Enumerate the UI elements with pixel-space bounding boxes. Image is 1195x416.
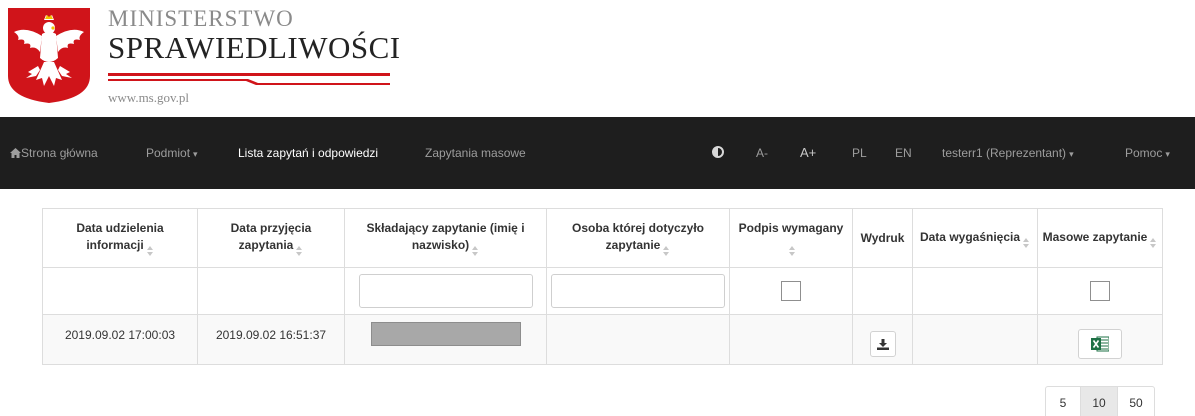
col-header-label: Masowe zapytanie (1042, 229, 1148, 244)
filter-cell-bulk (1037, 267, 1163, 315)
received-date-cell: 2019.09.02 16:51:37 (197, 314, 345, 365)
col-header-printout: Wydruk (852, 208, 913, 268)
filter-cell-subject-person (546, 267, 730, 315)
page-size-5[interactable]: 5 (1045, 386, 1081, 416)
nav-requests-list-label: Lista zapytań i odpowiedzi (238, 146, 379, 160)
table-header-row: Data udzielenia informacji Data przyjęci… (42, 208, 1163, 268)
nav-bulk-requests[interactable]: Zapytania masowe (425, 145, 526, 161)
page-size-10[interactable]: 10 (1080, 386, 1118, 416)
nav-bulk-requests-label: Zapytania masowe (425, 146, 526, 160)
lang-en-label: EN (895, 146, 912, 160)
site-url: www.ms.gov.pl (108, 90, 190, 105)
filter-cell-signature (729, 267, 853, 315)
expiry-date-cell (912, 314, 1038, 365)
col-header-received-date[interactable]: Data przyjęcia zapytania (197, 208, 345, 268)
download-icon (876, 338, 889, 350)
filter-cell-empty (42, 267, 198, 315)
filter-cell-empty (852, 267, 913, 315)
download-button[interactable] (869, 330, 896, 357)
user-menu-dropdown[interactable]: testerr1 (Reprezentant) ▾ (942, 145, 1074, 162)
col-header-label: Osoba której dotyczyło zapytanie (571, 221, 705, 252)
nav-subject-label: Podmiot (146, 146, 191, 160)
col-header-label: Składający zapytanie (imię i nazwisko) (366, 221, 525, 252)
excel-icon (1091, 336, 1109, 351)
col-header-signature-required[interactable]: Podpis wymagany (729, 208, 853, 268)
polish-eagle-emblem (8, 8, 90, 103)
sort-icon[interactable] (1150, 237, 1157, 248)
font-larger-button[interactable]: A+ (800, 145, 816, 161)
help-label: Pomoc (1125, 146, 1163, 160)
user-menu-label: testerr1 (Reprezentant) (942, 146, 1067, 160)
subject-person-cell (546, 314, 730, 365)
help-dropdown[interactable]: Pomoc ▾ (1125, 145, 1170, 162)
chevron-down-icon: ▾ (193, 149, 198, 159)
requests-table: Data udzielenia informacji Data przyjęci… (42, 208, 1163, 365)
col-header-bulk-request[interactable]: Masowe zapytanie (1037, 208, 1163, 268)
font-smaller-button[interactable]: A- (756, 145, 768, 161)
page-size-50[interactable]: 50 (1117, 386, 1155, 416)
col-header-info-date[interactable]: Data udzielenia informacji (42, 208, 198, 268)
col-header-label: Data wygaśnięcia (919, 229, 1021, 244)
page-header: MINISTERSTWO SPRAWIEDLIWOŚCI www.ms.gov.… (0, 0, 1195, 117)
sort-icon[interactable] (472, 246, 479, 256)
contrast-icon[interactable] (712, 146, 724, 158)
lang-pl-label: PL (852, 146, 867, 160)
lang-en-button[interactable]: EN (895, 145, 912, 161)
nav-home[interactable]: Strona główna (10, 145, 98, 161)
col-header-subject-person[interactable]: Osoba której dotyczyło zapytanie (546, 208, 730, 268)
table-row[interactable]: 2019.09.02 17:00:03 2019.09.02 16:51:37 (42, 314, 1163, 365)
lang-pl-button[interactable]: PL (852, 145, 867, 161)
sort-icon[interactable] (296, 246, 303, 256)
ministry-name: MINISTERSTWO SPRAWIEDLIWOŚCI (108, 6, 401, 64)
nav-subject-dropdown[interactable]: Podmiot ▾ (146, 145, 198, 162)
subject-person-filter-input[interactable] (551, 274, 725, 308)
bulk-filter-checkbox[interactable] (1090, 281, 1110, 301)
font-smaller-label: A- (756, 146, 768, 160)
col-header-expiry-date[interactable]: Data wygaśnięcia (912, 208, 1038, 268)
excel-export-button[interactable] (1078, 328, 1122, 359)
brand-line1: MINISTERSTWO (108, 6, 294, 31)
col-header-requester[interactable]: Składający zapytanie (imię i nazwisko) (344, 208, 547, 268)
requester-cell (344, 314, 547, 365)
nav-home-label: Strona główna (21, 146, 98, 160)
sort-icon[interactable] (789, 246, 796, 256)
printout-cell (852, 314, 913, 365)
font-larger-label: A+ (800, 145, 817, 160)
chevron-down-icon: ▾ (1165, 149, 1170, 159)
chevron-down-icon: ▾ (1069, 149, 1074, 159)
page-size-selector: 5 10 50 (1045, 386, 1155, 416)
redacted-block (370, 322, 521, 347)
sort-icon[interactable] (663, 246, 670, 256)
filter-cell-empty (912, 267, 1038, 315)
col-header-label: Wydruk (860, 230, 905, 245)
signature-cell (729, 314, 853, 365)
signature-filter-checkbox[interactable] (781, 281, 801, 301)
sort-icon[interactable] (146, 246, 154, 256)
home-icon (10, 148, 21, 158)
col-header-label: Podpis wymagany (738, 221, 844, 235)
brand-line2: SPRAWIEDLIWOŚCI (108, 30, 401, 65)
info-date-cell: 2019.09.02 17:00:03 (42, 314, 198, 365)
brand-decorative-rule (108, 73, 390, 85)
bulk-cell (1037, 314, 1163, 365)
sort-icon[interactable] (1023, 237, 1030, 248)
main-navbar: Strona główna Podmiot ▾ Lista zapytań i o… (0, 117, 1195, 189)
filter-cell-requester (344, 267, 547, 315)
table-filter-row (42, 267, 1163, 315)
filter-cell-empty (197, 267, 345, 315)
requester-filter-input[interactable] (358, 274, 533, 308)
nav-requests-list[interactable]: Lista zapytań i odpowiedzi (238, 145, 378, 161)
